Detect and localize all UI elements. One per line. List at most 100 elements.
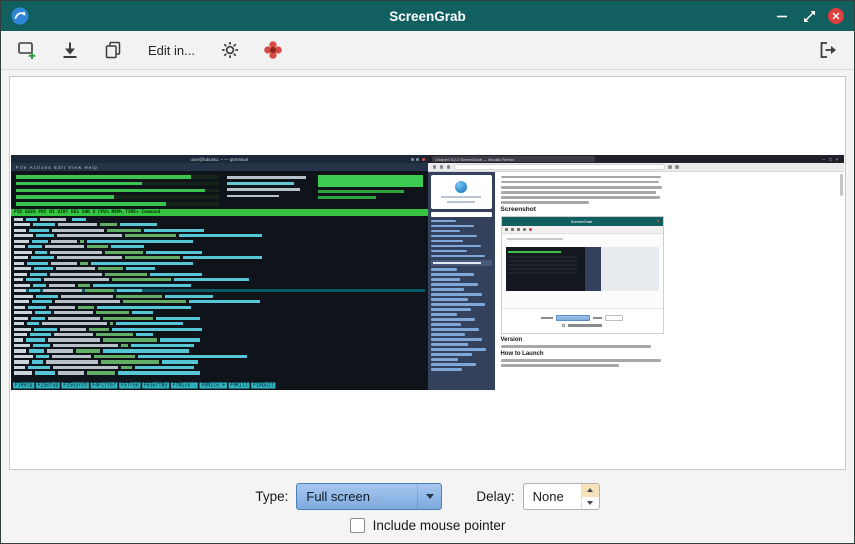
text-line-bar [501, 364, 619, 366]
htop-process-row [14, 355, 425, 358]
sidebar-link-bar [431, 298, 468, 300]
htop-fnkey-chip: F8Nice + [200, 382, 227, 388]
sidebar-link-bar [431, 303, 486, 305]
sidebar-link-bar [431, 353, 472, 355]
text-line-bar [501, 191, 656, 193]
type-combobox[interactable]: Full screen [296, 483, 442, 510]
maximize-button[interactable] [801, 8, 817, 24]
htop-process-row [14, 333, 425, 336]
sidebar-link-bar [431, 313, 458, 315]
screenshot-preview-image: user@lubuntu: ~ — qterminal File Actions… [11, 155, 844, 390]
htop-process-row [14, 267, 425, 270]
toolbar: Edit in... [1, 31, 854, 70]
sidebar-link-bar [431, 333, 465, 335]
htop-fnkey-chip: F7Nice - [171, 382, 198, 388]
sidebar-link-bar [431, 283, 479, 285]
htop-meters-area [11, 171, 428, 209]
type-combobox-value: Full screen [297, 489, 417, 504]
htop-fnkey-chip: F5Tree [119, 382, 140, 388]
text-line-bar [501, 176, 661, 178]
mini-screengrab-titlebar: ScreenGrab [502, 217, 663, 226]
sidebar-link-bar [431, 318, 476, 320]
htop-process-row [14, 218, 425, 221]
htop-fnkey-chip: F10Quit [251, 382, 275, 388]
sidebar-current-page-link [431, 260, 492, 266]
include-mouse-pointer-checkbox[interactable] [350, 518, 365, 533]
htop-fnkey-chip: F1Help [13, 382, 34, 388]
text-line-bar [501, 359, 661, 361]
sidebar-link-bar [431, 245, 482, 247]
htop-process-row [14, 234, 425, 237]
new-screenshot-button[interactable] [14, 37, 40, 63]
delay-spinbox[interactable]: None [523, 483, 600, 510]
back-icon [433, 165, 437, 169]
screengrab-app-icon [262, 39, 284, 61]
htop-process-row [14, 349, 425, 352]
preview-firefox-window-buttons: − □ × [811, 155, 840, 163]
sidebar-link-bar [431, 348, 487, 350]
type-label: Type: [255, 489, 288, 504]
preview-docs-search-box [431, 212, 492, 217]
save-button[interactable] [57, 37, 83, 63]
htop-process-row [14, 338, 425, 341]
window-title: ScreenGrab [1, 9, 854, 24]
preview-terminal-title: user@lubuntu: ~ — qterminal [191, 157, 248, 162]
preview-terminal-body: PID USER PRI NI VIRT RES SHR S CPU% MEM%… [11, 171, 428, 390]
htop-process-row [14, 322, 425, 325]
preview-terminal-menu: File Actions Edit View Help [16, 165, 98, 170]
delay-decrement-button[interactable] [582, 497, 599, 510]
settings-gear-icon [220, 40, 240, 60]
htop-process-row [14, 245, 425, 248]
close-button[interactable] [828, 8, 844, 24]
text-line-bar [501, 201, 589, 203]
copy-button[interactable] [100, 37, 126, 63]
mini-screengrab-controls [502, 309, 663, 333]
forward-icon [440, 165, 444, 169]
extension-icon [668, 165, 672, 169]
htop-process-row [14, 371, 425, 374]
htop-summary-lines [227, 175, 313, 206]
htop-fnbar-inner: F1HelpF2SetupF3SearchF4FilterF5TreeF6Sor… [13, 382, 275, 388]
preview-docs-logo-card [431, 175, 492, 209]
htop-process-row [14, 311, 425, 314]
htop-process-row [14, 366, 425, 369]
preview-firefox-tabbar: Chapter 3.2.2 ScreenGrab — Mozilla Firef… [428, 155, 845, 163]
htop-summary-area [227, 175, 422, 206]
htop-process-row [14, 262, 425, 265]
sidebar-link-bar [431, 240, 464, 242]
htop-process-row [14, 273, 425, 276]
sidebar-link-bar [431, 230, 460, 232]
minimize-button[interactable] [774, 8, 790, 24]
htop-process-row [14, 295, 425, 298]
type-delay-row: Type: Full screen Delay: None [255, 483, 599, 510]
include-pointer-row: Include mouse pointer [350, 518, 506, 533]
titlebar[interactable]: ScreenGrab [1, 1, 854, 31]
htop-process-row [14, 300, 425, 303]
htop-process-rows [11, 216, 428, 381]
text-line-bar [501, 196, 660, 198]
preview-terminal-titlebar: user@lubuntu: ~ — qterminal [11, 155, 428, 163]
htop-process-row [14, 344, 425, 347]
quit-button[interactable] [815, 37, 841, 63]
mini-close-icon [657, 220, 659, 222]
htop-fnkey-chip: F9Kill [228, 382, 249, 388]
htop-fnbar: F1HelpF2SetupF3SearchF4FilterF5TreeF6Sor… [11, 381, 428, 390]
sidebar-link-bar [431, 220, 457, 222]
screengrab-window: ScreenGrab [0, 0, 855, 544]
preview-firefox-tab: Chapter 3.2.2 ScreenGrab — Mozilla Firef… [432, 156, 596, 162]
text-line-bar [501, 186, 662, 188]
about-app-button[interactable] [260, 37, 286, 63]
htop-process-row [14, 229, 425, 232]
copy-icon [103, 40, 123, 60]
preview-heading-version: Version [501, 337, 669, 343]
edit-in-button[interactable]: Edit in... [143, 37, 200, 63]
htop-process-row [14, 327, 425, 330]
sidebar-link-bar [431, 235, 478, 237]
htop-process-row [14, 284, 425, 287]
preview-article: Screenshot ScreenGrab [501, 176, 669, 367]
settings-button[interactable] [217, 37, 243, 63]
preview-right-monitor: Chapter 3.2.2 ScreenGrab — Mozilla Firef… [428, 155, 845, 390]
htop-process-row [14, 316, 425, 319]
delay-increment-button[interactable] [582, 484, 599, 497]
sidebar-link-bar [431, 368, 462, 370]
